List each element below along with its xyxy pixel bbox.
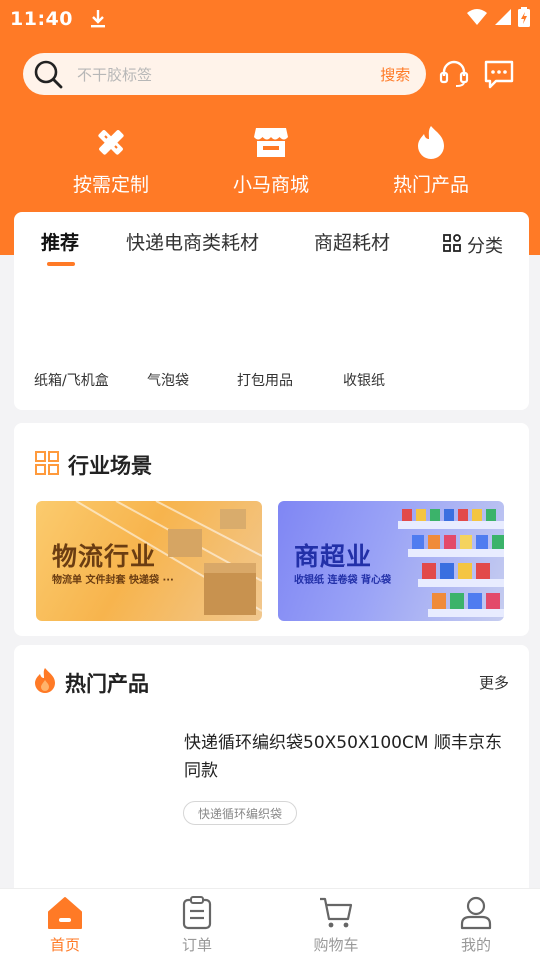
search-button[interactable]: 搜索 bbox=[380, 64, 410, 85]
more-link[interactable]: 更多 bbox=[479, 672, 509, 693]
nav-home[interactable]: 首页 bbox=[20, 895, 110, 955]
wifi-icon bbox=[466, 8, 488, 30]
banner-supermarket[interactable]: 商超业 收银纸 连卷袋 背心袋 bbox=[278, 501, 504, 621]
banner-title: 物流行业 bbox=[52, 542, 157, 571]
recommend-card: 推荐 快递电商类耗材 商超耗材 分类 纸箱/飞机盒 气泡袋 打包用品 收银纸 bbox=[14, 212, 529, 410]
nav-label: 购物车 bbox=[313, 936, 359, 954]
nav-cart[interactable]: 购物车 bbox=[291, 895, 381, 955]
nav-label: 我的 bbox=[460, 936, 491, 954]
customer-service-icon[interactable] bbox=[436, 56, 471, 92]
search-row: 不干胶标签 搜索 bbox=[23, 53, 517, 95]
product-tag: 快递循环编织袋 bbox=[183, 801, 298, 825]
tab-bar: 推荐 快递电商类耗材 商超耗材 分类 bbox=[14, 212, 529, 268]
cart-icon bbox=[291, 895, 381, 931]
scenes-header: 行业场景 bbox=[35, 450, 152, 480]
flame-icon bbox=[33, 667, 57, 698]
tab-active-indicator bbox=[47, 262, 75, 266]
quick-entry-label: 小马商城 bbox=[232, 174, 309, 196]
hot-title: 热门产品 bbox=[65, 671, 149, 696]
quick-entry-hot[interactable]: 热门产品 bbox=[371, 122, 491, 197]
order-icon bbox=[152, 895, 242, 931]
status-time: 11:40 bbox=[10, 8, 73, 30]
hot-products-card: 热门产品 更多 快递循环编织袋50X50X100CM 顺丰京东同款 快递循环编织… bbox=[14, 645, 529, 905]
nav-orders[interactable]: 订单 bbox=[152, 895, 242, 955]
grid-outline-icon bbox=[35, 450, 59, 480]
category-button[interactable]: 分类 bbox=[443, 232, 503, 258]
home-icon bbox=[20, 895, 110, 931]
subcategory-item[interactable]: 打包用品 bbox=[237, 370, 293, 390]
download-icon bbox=[89, 9, 107, 29]
nav-profile[interactable]: 我的 bbox=[431, 895, 521, 955]
nav-label: 首页 bbox=[49, 936, 80, 954]
subcategory-item[interactable]: 纸箱/飞机盒 bbox=[34, 370, 109, 390]
tab-express-supplies[interactable]: 快递电商类耗材 bbox=[126, 228, 259, 255]
grid-icon bbox=[443, 233, 461, 257]
hot-header: 热门产品 bbox=[33, 667, 149, 698]
status-bar: 11:40 bbox=[0, 0, 540, 38]
search-icon bbox=[33, 59, 63, 89]
category-label: 分类 bbox=[467, 236, 503, 257]
search-input[interactable]: 不干胶标签 搜索 bbox=[23, 53, 427, 95]
banner-subtitle: 收银纸 连卷袋 背心袋 bbox=[294, 575, 391, 586]
search-placeholder: 不干胶标签 bbox=[77, 65, 153, 84]
subcategory-item[interactable]: 气泡袋 bbox=[147, 370, 189, 390]
quick-entry-store[interactable]: 小马商城 bbox=[211, 122, 331, 197]
flame-icon bbox=[371, 122, 491, 162]
quick-entry-label: 热门产品 bbox=[392, 174, 469, 196]
user-icon bbox=[431, 895, 521, 931]
scenes-title: 行业场景 bbox=[68, 454, 152, 478]
store-icon bbox=[211, 122, 331, 162]
subcategory-item[interactable]: 收银纸 bbox=[343, 370, 385, 390]
banner-subtitle: 物流单 文件封套 快递袋 ··· bbox=[52, 575, 174, 586]
tab-supermarket-supplies[interactable]: 商超耗材 bbox=[314, 228, 390, 255]
banner-title: 商超业 bbox=[294, 542, 373, 571]
quick-entry-label: 按需定制 bbox=[72, 174, 149, 196]
message-icon[interactable] bbox=[482, 56, 517, 92]
banner-logistics[interactable]: 物流行业 物流单 文件封套 快递袋 ··· bbox=[36, 501, 262, 621]
pencil-ruler-icon bbox=[51, 122, 171, 162]
signal-icon bbox=[494, 8, 512, 30]
tab-recommend[interactable]: 推荐 bbox=[41, 228, 79, 255]
nav-label: 订单 bbox=[181, 936, 212, 954]
product-title[interactable]: 快递循环编织袋50X50X100CM 顺丰京东同款 bbox=[184, 729, 504, 785]
battery-icon bbox=[518, 7, 530, 31]
status-indicators bbox=[466, 7, 530, 31]
scenes-card: 行业场景 物流行业 物流单 文件封套 快递袋 ··· 商超业 收银纸 连卷袋 背… bbox=[14, 423, 529, 636]
bottom-nav: 首页 订单 购物车 我的 bbox=[0, 888, 540, 960]
quick-entry-custom[interactable]: 按需定制 bbox=[51, 122, 171, 197]
